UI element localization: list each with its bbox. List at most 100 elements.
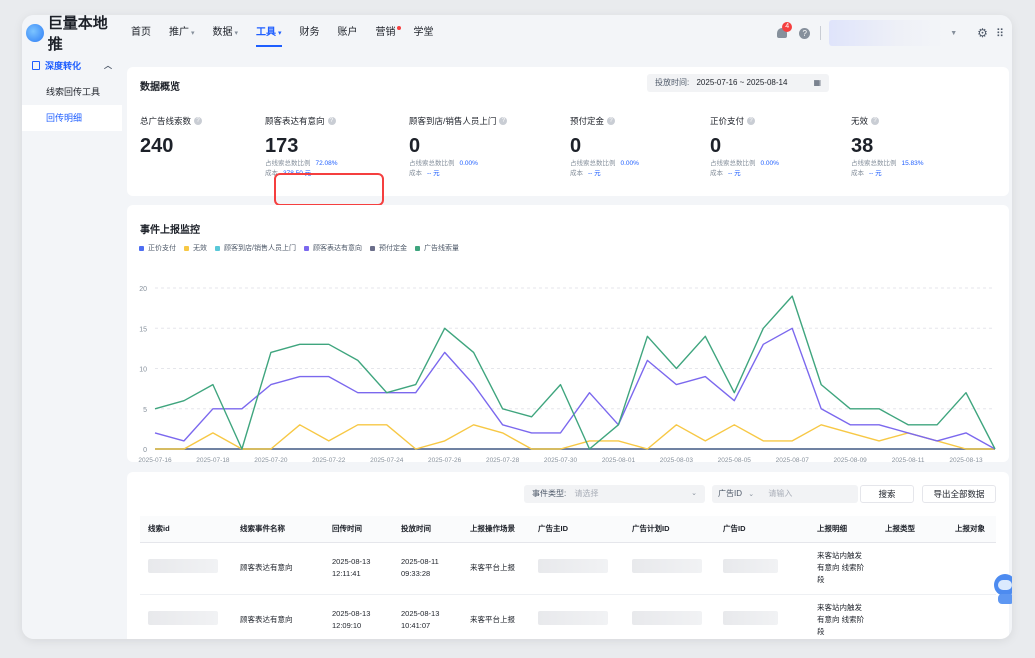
date-range-picker[interactable]: 投放时间: 2025-07-16 ~ 2025-08-14 ▦ xyxy=(647,74,829,92)
y-tick-label: 15 xyxy=(139,326,147,333)
column-header: 上报对象 xyxy=(947,516,996,543)
table-cell xyxy=(530,542,624,595)
chevron-up-icon[interactable]: ︿ xyxy=(104,60,112,71)
column-header: 线索事件名称 xyxy=(232,516,324,543)
details-table: 线索id 线索事件名称 回传时间 投放时间 上报操作场景 广告主ID 广告计划ID 广告ID 上… xyxy=(140,516,996,639)
x-tick-label: 2025-08-11 xyxy=(892,457,925,462)
table-cell: 顾客表达有意向 xyxy=(232,542,324,595)
sidebar-item-lead-feedback-tool[interactable]: 线索回传工具 xyxy=(22,79,122,105)
event-type-filter[interactable]: 事件类型: 请选择 ⌄ xyxy=(524,485,705,503)
apps-grid-icon[interactable]: ⠿ xyxy=(996,27,1004,40)
data-overview-card: 数据概览 投放时间: 2025-07-16 ~ 2025-08-14 ▦ 总广告… xyxy=(127,67,1009,196)
calendar-icon: ▦ xyxy=(813,78,821,87)
document-icon xyxy=(32,60,40,70)
chevron-down-icon: ⌄ xyxy=(748,491,755,498)
nav-item-4[interactable]: 财务 xyxy=(291,15,329,51)
export-all-button[interactable]: 导出全部数据 xyxy=(922,485,996,503)
nav-item-6[interactable]: 营销 xyxy=(367,15,405,51)
nav-item-label: 数据 xyxy=(212,27,233,38)
nav-item-5[interactable]: 账户 xyxy=(329,15,367,51)
x-tick-label: 2025-07-30 xyxy=(544,457,578,462)
metric-cost-label: 成本 xyxy=(851,170,864,177)
top-navigation-bar: 巨量本地推 首页 推广 ▾ 数据 ▾ 工具 ▾ 财务 账户 营销 学堂 4 ? ▼ ⚙ ⠿ xyxy=(22,15,1012,54)
table-cell xyxy=(877,594,947,639)
y-tick-label: 10 xyxy=(139,367,147,374)
sidebar-item-feedback-details[interactable]: 回传明细 xyxy=(22,105,122,131)
metric-card: 预付定金? 0 占线索总数比例 0.00% 成本 -- 元 xyxy=(570,115,710,179)
ad-id-input[interactable]: 请输入 xyxy=(768,489,792,498)
help-icon[interactable]: ? xyxy=(871,117,880,125)
redacted-value xyxy=(723,611,778,625)
nav-item-label: 账户 xyxy=(337,27,358,38)
account-switcher[interactable] xyxy=(829,20,945,46)
help-icon[interactable]: ? xyxy=(327,117,336,125)
chevron-down-icon: ⌄ xyxy=(691,490,697,497)
assistant-robot-icon[interactable] xyxy=(992,570,1012,606)
sidebar-group-deep-conversion[interactable]: 深度转化 ︿ xyxy=(22,51,122,79)
table-row[interactable]: 顾客表达有意向 2025-08-13 12:09:10 2025-08-13 10:… xyxy=(140,594,996,639)
redacted-value xyxy=(632,611,702,625)
metric-label-text: 预付定金 xyxy=(570,116,605,126)
metric-card: 顾客表达有意向? 173 占线索总数比例 72.08% 成本 378.50 元 xyxy=(265,115,405,179)
metric-cost-label: 成本 xyxy=(570,170,583,177)
column-header: 广告主ID xyxy=(530,516,624,543)
notification-bell-icon[interactable]: 4 xyxy=(775,22,793,40)
series-line-leads xyxy=(154,295,996,450)
ad-id-label: 广告ID xyxy=(718,489,742,498)
metric-label: 无效? xyxy=(851,115,991,127)
metric-cost-line: 成本 -- 元 xyxy=(710,169,850,179)
table-cell xyxy=(715,542,809,595)
table-row[interactable]: 顾客表达有意向 2025-08-13 12:11:41 2025-08-11 09:… xyxy=(140,542,996,595)
search-button[interactable]: 搜索 xyxy=(860,485,914,503)
x-tick-label: 2025-07-16 xyxy=(138,457,172,462)
nav-item-label: 推广 xyxy=(169,27,189,38)
brand-logo[interactable]: 巨量本地推 xyxy=(26,15,122,54)
date-range-value: 2025-07-16 ~ 2025-08-14 xyxy=(696,78,788,87)
redacted-value xyxy=(538,559,608,573)
cell-detail: 来客站内触发有意向 线索阶段 xyxy=(817,551,865,584)
table-cell xyxy=(624,542,715,595)
table-cell xyxy=(877,542,947,595)
help-icon[interactable]: ? xyxy=(747,117,756,125)
nav-item-3[interactable]: 工具 ▾ xyxy=(247,15,291,51)
help-icon[interactable]: ? xyxy=(194,117,203,125)
table-cell xyxy=(624,594,715,639)
gear-icon[interactable]: ⚙ xyxy=(977,26,988,40)
metric-label-text: 总广告线索数 xyxy=(140,116,192,126)
notification-badge: 4 xyxy=(782,22,793,32)
nav-item-label: 财务 xyxy=(299,27,320,38)
metric-label-text: 顾客表达有意向 xyxy=(265,116,325,126)
date-range-label: 投放时间: xyxy=(655,78,690,87)
metric-ratio-value: 0.00% xyxy=(459,160,478,167)
x-tick-label: 2025-07-24 xyxy=(370,457,404,462)
y-tick-label: 20 xyxy=(139,286,147,293)
column-header: 投放时间 xyxy=(393,516,462,543)
chevron-down-icon[interactable]: ▼ xyxy=(950,30,957,37)
column-header: 上报操作场景 xyxy=(462,516,530,543)
help-icon[interactable]: ? xyxy=(607,117,616,125)
cell-scene: 来客平台上报 xyxy=(470,615,515,624)
metric-cost-value: -- 元 xyxy=(728,170,741,177)
event-line-chart: 0 5 10 15 20 2025-07-16 2025-07-18 2025-07-20 20… xyxy=(138,286,996,462)
x-tick-label: 2025-07-26 xyxy=(428,457,462,462)
cell-report-time: 2025-08-13 12:09:10 xyxy=(332,609,371,630)
column-header: 回传时间 xyxy=(324,516,393,543)
ad-id-filter[interactable]: 广告ID ⌄ 请输入 xyxy=(712,485,858,503)
nav-item-7[interactable]: 学堂 xyxy=(405,15,443,51)
nav-item-0[interactable]: 首页 xyxy=(122,15,160,51)
help-icon[interactable]: ? xyxy=(499,117,508,125)
help-icon[interactable]: ? xyxy=(799,27,811,39)
event-type-label: 事件类型: xyxy=(532,489,567,498)
table-cell: 来客平台上报 xyxy=(462,594,530,639)
x-tick-label: 2025-08-01 xyxy=(602,457,636,462)
metric-cost-line: 成本 -- 元 xyxy=(409,169,549,179)
table-header-row: 线索id 线索事件名称 回传时间 投放时间 上报操作场景 广告主ID 广告计划ID 广告ID 上… xyxy=(140,516,996,543)
metric-cost-value: -- 元 xyxy=(588,170,601,177)
table-cell: 来客平台上报 xyxy=(462,542,530,595)
divider xyxy=(820,26,822,40)
metric-ratio-label: 占线索总数比例 xyxy=(409,160,455,167)
metric-label-text: 无效 xyxy=(851,116,869,126)
cell-event: 顾客表达有意向 xyxy=(240,563,293,572)
nav-item-2[interactable]: 数据 ▾ xyxy=(204,15,248,51)
nav-item-1[interactable]: 推广 ▾ xyxy=(160,15,204,51)
